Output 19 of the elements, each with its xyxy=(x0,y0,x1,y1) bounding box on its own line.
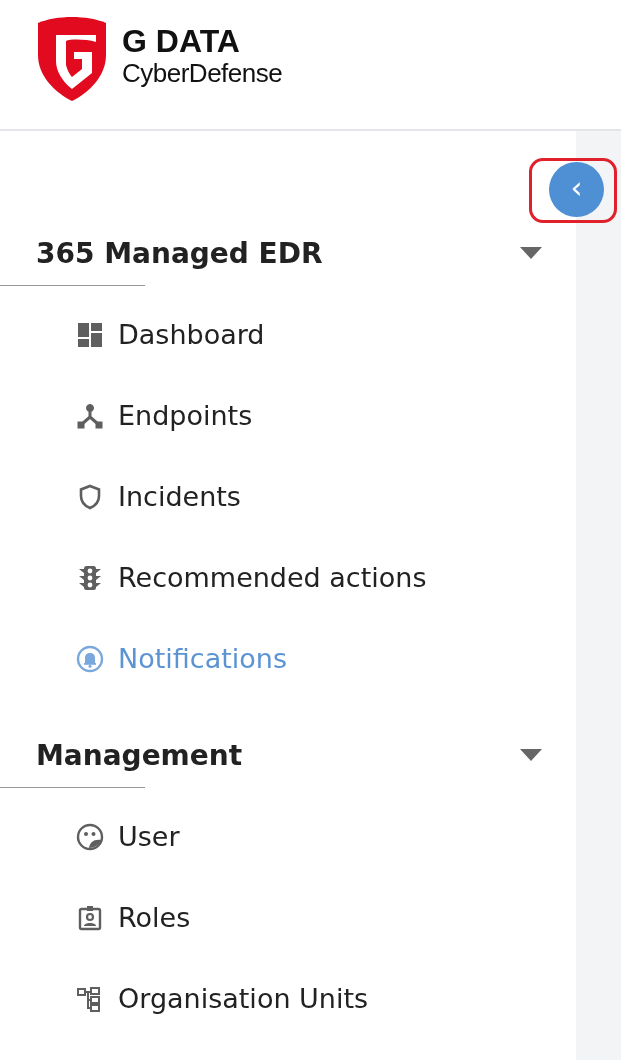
dashboard-icon xyxy=(76,320,104,349)
shield-logo-icon xyxy=(36,14,108,101)
brand-name: G DATA xyxy=(122,23,241,59)
nav-item[interactable]: Dashboard xyxy=(0,294,271,375)
brand-subtitle: CyberDefense xyxy=(122,58,283,88)
network-node-icon xyxy=(76,401,104,430)
caret-icon[interactable] xyxy=(520,749,542,761)
nav-item[interactable]: User xyxy=(0,796,186,877)
bell-icon xyxy=(76,644,104,673)
nav-item[interactable]: Incidents xyxy=(0,456,247,537)
section-title[interactable]: Management xyxy=(36,738,243,772)
nav-item[interactable]: Endpoints xyxy=(0,375,259,456)
id-badge-icon xyxy=(76,903,104,932)
nav-item[interactable]: Roles xyxy=(0,877,197,958)
user-face-icon xyxy=(76,822,104,851)
nav-item[interactable]: Organisation Units xyxy=(0,958,375,1039)
nav-item[interactable]: Recommended actions xyxy=(0,537,433,618)
section-title[interactable]: 365 Managed EDR xyxy=(36,236,323,270)
caret-icon[interactable] xyxy=(520,247,542,259)
